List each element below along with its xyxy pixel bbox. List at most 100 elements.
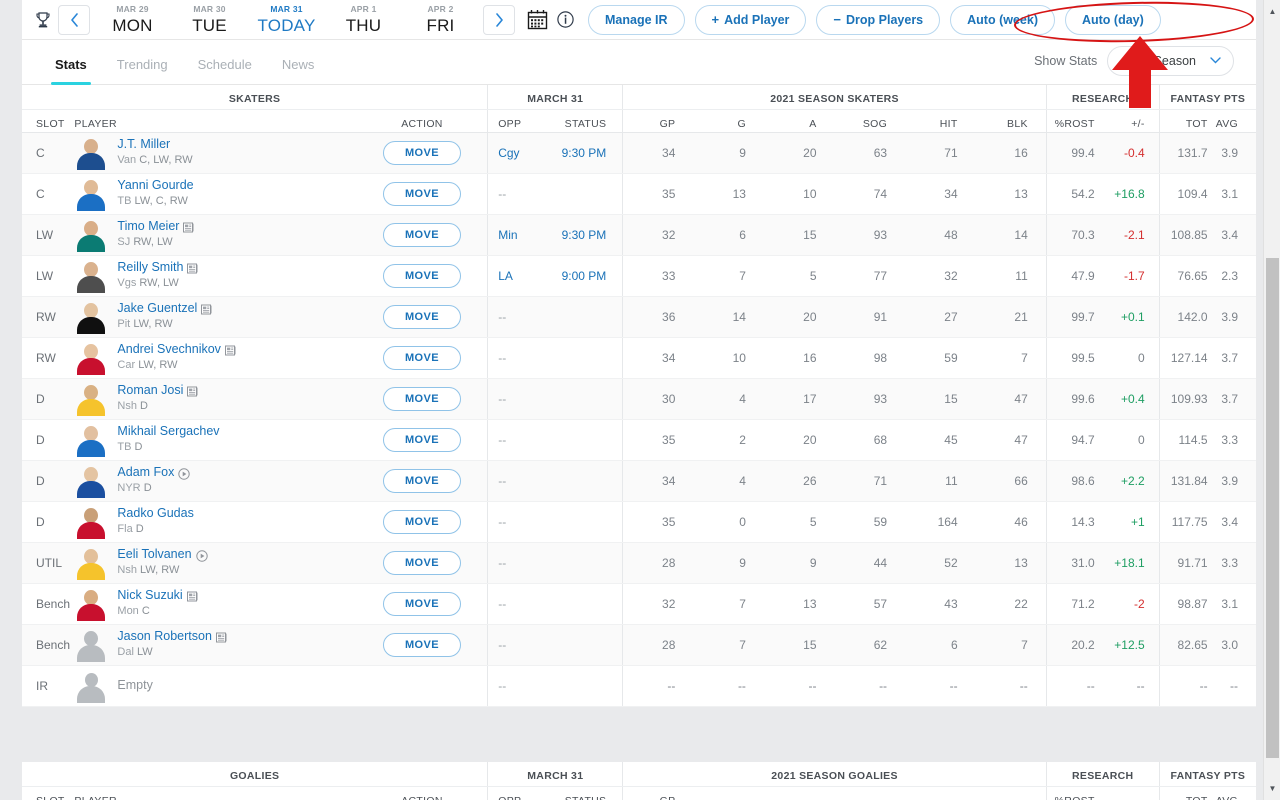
player-name[interactable]: Reilly Smith — [117, 260, 198, 276]
day-tab-today[interactable]: MAR 31 TODAY — [248, 5, 325, 34]
table-row[interactable]: RW Jake Guentzel Pit LW, RW MOVE -- 36 14 20 91 2… — [22, 296, 1256, 338]
move-button[interactable]: MOVE — [382, 468, 461, 493]
day-tab-4[interactable]: APR 2 FRI — [402, 5, 479, 34]
col-gp[interactable]: GP — [622, 109, 694, 133]
gcol-l[interactable] — [763, 786, 835, 800]
player-name[interactable]: Yanni Gourde — [117, 178, 193, 194]
gcol-opp[interactable]: OPP — [487, 786, 557, 800]
calendar-icon[interactable] — [527, 9, 549, 31]
opponent-link[interactable]: Min — [498, 228, 517, 242]
gcol-so[interactable] — [975, 786, 1047, 800]
table-row[interactable]: C J.T. Miller Van C, LW, RW MOVE Cgy 9:30 PM 3… — [22, 132, 1256, 174]
gcol-w[interactable] — [693, 786, 764, 800]
prev-day-button[interactable] — [58, 4, 90, 35]
table-row[interactable]: D Adam Fox NYR D MOVE -- 34 4 26 71 11 66 98.6 +2.2 1… — [22, 460, 1256, 502]
news-icon[interactable] — [215, 632, 227, 643]
player-name[interactable]: Nick Suzuki — [117, 588, 198, 604]
news-icon[interactable] — [183, 222, 194, 233]
col-tot[interactable]: TOT — [1158, 109, 1214, 133]
table-row[interactable]: LW Timo Meier SJ RW, LW MOVE Min 9:30 PM 32 6 15… — [22, 214, 1256, 256]
drop-players-button[interactable]: − Drop Players — [816, 4, 941, 35]
scroll-up-arrow[interactable]: ▲ — [1264, 3, 1280, 20]
player-name[interactable]: Adam Fox — [117, 465, 191, 481]
news-icon[interactable] — [187, 386, 198, 397]
player-name[interactable]: Timo Meier — [117, 219, 194, 235]
gcol-status[interactable]: STATUS — [556, 786, 623, 800]
table-row[interactable]: D Roman Josi Nsh D MOVE -- 30 4 17 93 15 47 99.6 +0.… — [22, 378, 1256, 420]
gcol-tot[interactable]: TOT — [1158, 786, 1214, 800]
move-button[interactable]: MOVE — [382, 304, 461, 329]
col-avg[interactable]: AVG — [1213, 109, 1256, 133]
table-row[interactable]: RW Andrei Svechnikov Car LW, RW MOVE -- 34 10 1… — [22, 337, 1256, 379]
tab-news[interactable]: News — [267, 57, 330, 84]
stats-period-select[interactable]: 2021 Season — [1107, 46, 1234, 76]
gcol-rost[interactable]: %ROST — [1045, 786, 1103, 800]
day-tab-0[interactable]: MAR 29 MON — [94, 5, 171, 34]
col-rost[interactable]: %ROST — [1045, 109, 1103, 133]
gcol-gp[interactable]: GP — [622, 786, 694, 800]
move-button[interactable]: MOVE — [382, 632, 461, 657]
move-button[interactable]: MOVE — [382, 386, 461, 411]
move-button[interactable]: MOVE — [382, 591, 461, 616]
gcol-ga[interactable] — [834, 786, 906, 800]
col-blk[interactable]: BLK — [975, 109, 1047, 133]
scroll-down-arrow[interactable]: ▼ — [1264, 780, 1280, 797]
player-name[interactable]: Jason Robertson — [117, 629, 227, 645]
gcol-slot[interactable]: SLOT — [22, 786, 75, 800]
opponent-link[interactable]: LA — [498, 269, 513, 283]
add-player-button[interactable]: + Add Player — [694, 4, 807, 35]
table-row[interactable]: D Mikhail Sergachev TB D MOVE -- 35 2 20 68 45 47 9… — [22, 419, 1256, 461]
day-tab-1[interactable]: MAR 30 TUE — [171, 5, 248, 34]
table-row[interactable]: LW Reilly Smith Vgs RW, LW MOVE LA 9:00 PM 33 7… — [22, 255, 1256, 297]
tab-schedule[interactable]: Schedule — [183, 57, 267, 84]
col-g[interactable]: G — [693, 109, 764, 133]
player-name[interactable]: Mikhail Sergachev — [117, 424, 219, 440]
player-name[interactable]: J.T. Miller — [117, 137, 192, 153]
tab-trending[interactable]: Trending — [102, 57, 183, 84]
table-row[interactable]: C Yanni Gourde TB LW, C, RW MOVE -- 35 13 10 74 3… — [22, 173, 1256, 215]
news-icon[interactable] — [201, 304, 212, 315]
table-row[interactable]: Bench Nick Suzuki Mon C MOVE -- 32 7 13 57 43 22 71… — [22, 583, 1256, 625]
table-row[interactable]: IR Empty -- -- -- -- -- -- -- -- -- -- -- — [22, 665, 1256, 707]
news-icon[interactable] — [186, 591, 198, 602]
day-tab-3[interactable]: APR 1 THU — [325, 5, 402, 34]
gcol-avg[interactable]: AVG — [1213, 786, 1256, 800]
page-scrollbar[interactable]: ▲ ▼ — [1263, 0, 1280, 800]
move-button[interactable]: MOVE — [382, 181, 461, 206]
video-play-icon[interactable] — [195, 549, 208, 562]
gcol-sv[interactable] — [905, 786, 976, 800]
move-button[interactable]: MOVE — [382, 140, 461, 165]
player-name[interactable]: Roman Josi — [117, 383, 198, 399]
move-button[interactable]: MOVE — [382, 427, 461, 452]
news-icon[interactable] — [187, 263, 198, 274]
tab-stats[interactable]: Stats — [40, 57, 102, 85]
col-plusminus[interactable]: +/- — [1102, 109, 1160, 133]
gcol-player[interactable]: PLAYER — [74, 786, 357, 800]
info-circle-icon[interactable] — [557, 11, 574, 28]
table-row[interactable]: UTIL Eeli Tolvanen Nsh LW, RW MOVE -- 28 9 9 44 5… — [22, 542, 1256, 584]
col-sog[interactable]: SOG — [834, 109, 906, 133]
player-name[interactable]: Jake Guentzel — [117, 301, 212, 317]
move-button[interactable]: MOVE — [382, 345, 461, 370]
next-day-button[interactable] — [483, 4, 515, 35]
move-button[interactable]: MOVE — [382, 263, 461, 288]
video-play-icon[interactable] — [178, 467, 191, 480]
manage-ir-button[interactable]: Manage IR — [588, 4, 685, 35]
col-hit[interactable]: HIT — [905, 109, 976, 133]
player-name[interactable]: Radko Gudas — [117, 506, 193, 522]
move-button[interactable]: MOVE — [382, 222, 461, 247]
table-row[interactable]: D Radko Gudas Fla D MOVE -- 35 0 5 59 164 46 14.3 +1… — [22, 501, 1256, 543]
col-slot[interactable]: SLOT — [22, 109, 75, 133]
col-a[interactable]: A — [763, 109, 835, 133]
player-name[interactable]: Andrei Svechnikov — [117, 342, 236, 358]
auto-week-button[interactable]: Auto (week) — [950, 4, 1055, 35]
move-button[interactable]: MOVE — [382, 509, 461, 534]
opponent-link[interactable]: Cgy — [498, 146, 519, 160]
auto-day-button[interactable]: Auto (day) — [1064, 4, 1161, 35]
col-player[interactable]: PLAYER — [74, 109, 357, 133]
gcol-plusminus[interactable] — [1102, 786, 1160, 800]
col-opp[interactable]: OPP — [487, 109, 557, 133]
move-button[interactable]: MOVE — [382, 550, 461, 575]
scrollbar-thumb[interactable] — [1266, 258, 1279, 758]
player-name[interactable]: Eeli Tolvanen — [117, 547, 208, 563]
